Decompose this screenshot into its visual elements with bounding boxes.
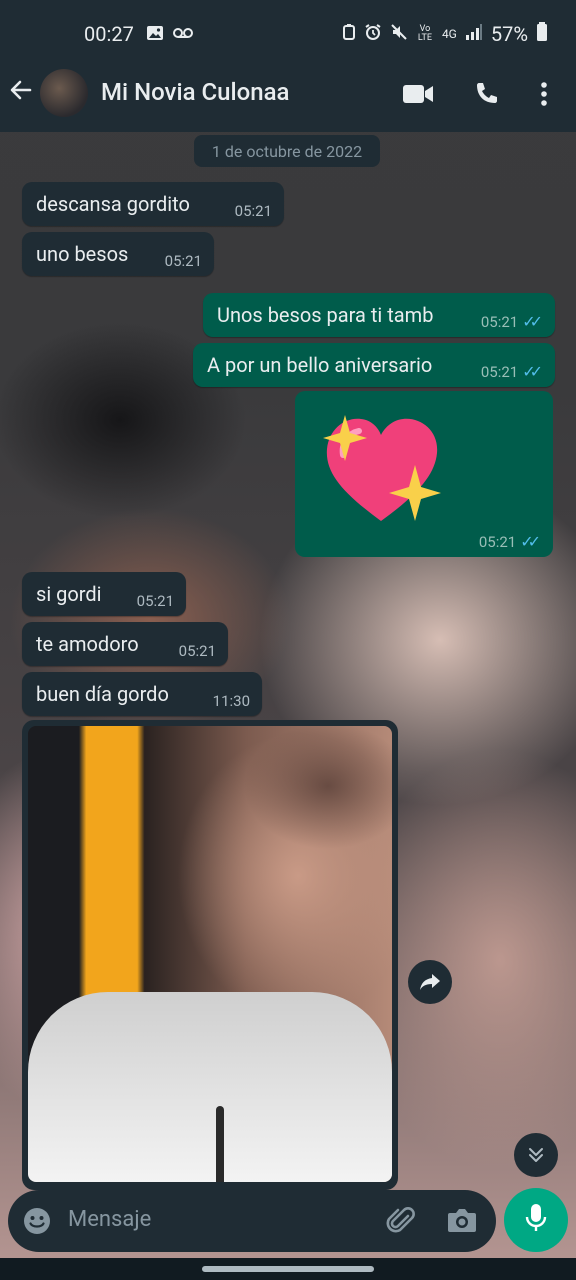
microphone-icon [525,1203,547,1237]
message-time: 05:21 [478,532,517,551]
message-text: si gordi [36,582,102,606]
mic-button[interactable] [504,1188,568,1252]
read-receipt-icon: ✓✓ [520,532,541,551]
read-receipt-icon: ✓✓ [522,312,543,331]
message-text: uno besos [36,242,129,266]
message-bubble-outgoing[interactable]: A por un bello aniversario 05:21 ✓✓ [193,343,555,387]
message-bubble-incoming[interactable]: si gordi 05:21 [22,572,186,616]
message-text: descansa gordito [36,192,190,216]
photo-drawstring [216,1106,224,1182]
photo-hoodie [28,992,392,1182]
message-bubble-incoming[interactable]: descansa gordito 05:21 [22,182,284,226]
photo[interactable] [28,726,392,1182]
message-bubble-incoming[interactable]: uno besos 05:21 [22,232,214,276]
image-icon [146,24,164,46]
chat-header: Mi Novia Culonaa [0,58,576,132]
status-right-icons: Vo LTE 4G 57% [342,22,548,46]
message-input[interactable]: Mensaje [68,1207,151,1232]
message-bubble-incoming[interactable]: te amodoro 05:21 [22,622,228,666]
contact-name[interactable]: Mi Novia Culonaa [101,78,289,106]
message-time: 11:30 [212,692,250,710]
message-bubble-incoming[interactable]: buen día gordo 11:30 [22,672,262,716]
sparkling-heart-icon [323,413,443,529]
message-time: 05:21 [480,312,519,331]
data-saver-icon [342,23,356,45]
message-text: buen día gordo [36,682,169,706]
message-text: A por un bello aniversario [207,353,433,377]
battery-percent: 57% [490,22,528,46]
message-bubble-outgoing[interactable]: Unos besos para ti tamb 05:21 ✓✓ [203,293,555,337]
4g-icon: 4G [441,27,457,41]
chat-screen: 00:27 Vo LTE 4G 57% Mi Novia Culonaa 1 d… [0,0,576,1280]
message-time: 05:21 [178,642,216,660]
phone-call-icon[interactable] [468,76,504,112]
message-input-bar[interactable]: Mensaje [8,1190,496,1252]
back-arrow-icon[interactable] [8,76,40,112]
voicemail-icon [172,24,194,46]
read-receipt-icon: ✓✓ [522,362,543,381]
message-time: 05:21 [164,252,202,270]
message-time: 05:21 [480,362,519,381]
sticker-message[interactable]: 05:21 ✓✓ [295,391,553,557]
mute-icon [390,23,408,45]
scroll-down-icon[interactable] [514,1133,558,1177]
signal-icon [465,23,483,45]
attach-icon[interactable] [384,1204,418,1242]
message-text: Unos besos para ti tamb [217,303,434,327]
home-gesture-pill[interactable] [202,1266,374,1272]
more-options-icon[interactable] [526,76,562,112]
avatar[interactable] [40,69,88,117]
message-time: 05:21 [136,592,174,610]
camera-icon[interactable] [446,1206,478,1238]
battery-icon [536,22,548,46]
status-time: 00:27 [84,22,134,46]
forward-icon[interactable] [408,960,452,1004]
date-chip: 1 de octubre de 2022 [194,135,380,167]
image-message[interactable] [22,720,398,1190]
message-time: 05:21 [234,202,272,220]
volte-icon: Vo LTE [417,24,432,43]
message-text: te amodoro [36,632,139,656]
alarm-icon [364,23,382,45]
video-call-icon[interactable] [400,76,436,112]
status-left-icons [146,24,194,46]
emoji-icon[interactable] [22,1206,52,1240]
